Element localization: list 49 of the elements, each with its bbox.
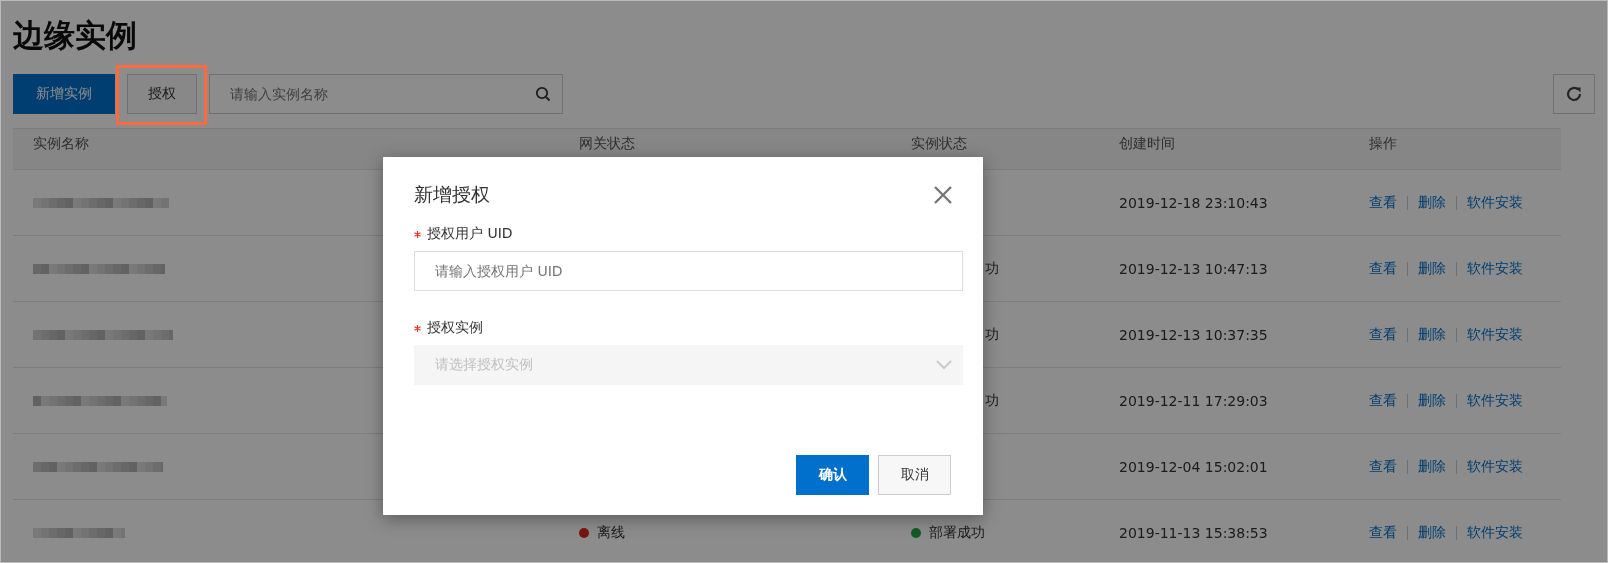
add-instance-button[interactable]: 新增实例 (13, 74, 115, 114)
field-label: 授权用户 UID (427, 225, 513, 243)
action-link[interactable]: 查看 (1369, 259, 1397, 278)
action-link[interactable]: 查看 (1369, 325, 1397, 344)
action-link[interactable]: 软件安装 (1467, 523, 1523, 542)
action-link[interactable]: 查看 (1369, 193, 1397, 212)
instance-status: 部署成功 (929, 523, 985, 542)
action-link[interactable]: 删除 (1418, 193, 1446, 212)
gateway-status: 离线 (597, 523, 625, 542)
column-header: 操作 (1368, 135, 1398, 153)
search-icon[interactable] (535, 86, 551, 102)
action-link[interactable]: 删除 (1418, 523, 1446, 542)
column-header: 创建时间 (1118, 135, 1176, 153)
column-header: 实例状态 (910, 135, 968, 153)
action-link[interactable]: 查看 (1369, 523, 1397, 542)
column-header: 网关状态 (578, 135, 636, 153)
cancel-button[interactable]: 取消 (878, 455, 951, 495)
created-time: 2019-12-13 10:37:35 (1119, 326, 1268, 343)
action-link[interactable]: 软件安装 (1467, 325, 1523, 344)
action-link[interactable]: 删除 (1418, 391, 1446, 410)
instance-status: 功 (985, 391, 999, 410)
search-field[interactable]: 请输入实例名称 (209, 74, 563, 114)
uid-input-field[interactable]: 请输入授权用户 UID (414, 251, 963, 291)
created-time: 2019-12-13 10:47:13 (1119, 260, 1268, 277)
action-link[interactable]: 软件安装 (1467, 193, 1523, 212)
action-link[interactable]: 查看 (1369, 391, 1397, 410)
close-icon[interactable] (933, 185, 953, 205)
field-label: 授权实例 (427, 319, 483, 337)
refresh-button[interactable] (1553, 74, 1595, 114)
action-link[interactable]: 软件安装 (1467, 457, 1523, 476)
action-link[interactable]: 查看 (1369, 457, 1397, 476)
created-time: 2019-12-11 17:29:03 (1119, 392, 1268, 409)
confirm-button[interactable]: 确认 (796, 455, 869, 495)
action-link[interactable]: 软件安装 (1467, 259, 1523, 278)
created-time: 2019-12-04 15:02:01 (1119, 458, 1268, 475)
created-time: 2019-11-13 15:38:53 (1119, 524, 1268, 541)
refresh-icon (1564, 84, 1584, 104)
action-link[interactable]: 软件安装 (1467, 391, 1523, 410)
dialog-title: 新增授权 (414, 182, 490, 207)
authorize-button[interactable]: 授权 (127, 74, 197, 114)
column-header: 实例名称 (32, 135, 90, 153)
created-time: 2019-12-18 23:10:43 (1119, 194, 1268, 211)
page-title: 边缘实例 (12, 16, 138, 55)
action-link[interactable]: 删除 (1418, 325, 1446, 344)
instance-status: 功 (985, 259, 999, 278)
action-link[interactable]: 删除 (1418, 259, 1446, 278)
action-link[interactable]: 删除 (1418, 457, 1446, 476)
chevron-down-icon (936, 360, 952, 370)
instance-status: 功 (985, 325, 999, 344)
